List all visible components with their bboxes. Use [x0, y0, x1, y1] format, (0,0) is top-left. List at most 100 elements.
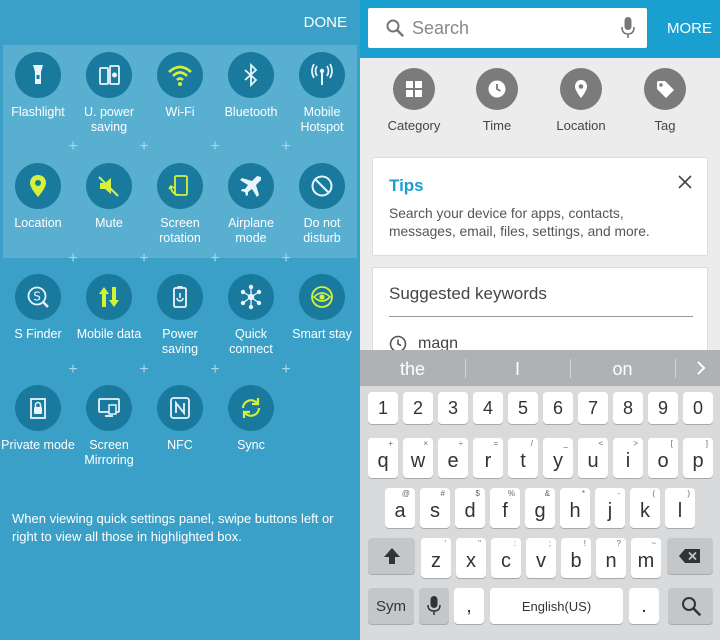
- tile-button[interactable]: [299, 163, 345, 209]
- tile-button[interactable]: [86, 385, 132, 431]
- tile-button[interactable]: [228, 385, 274, 431]
- microphone-icon[interactable]: [621, 17, 635, 39]
- letter-key[interactable]: w ×: [403, 438, 433, 478]
- tile-button[interactable]: [86, 274, 132, 320]
- letter-key[interactable]: b!: [561, 538, 591, 578]
- tile-button[interactable]: [299, 52, 345, 98]
- tile-button[interactable]: [157, 163, 203, 209]
- quick-setting-tile[interactable]: Bluetooth: [214, 52, 288, 120]
- chevron-right-icon[interactable]: [696, 360, 706, 376]
- more-button[interactable]: MORE: [667, 20, 712, 37]
- number-key[interactable]: 0: [683, 392, 713, 424]
- letter-key[interactable]: m ~: [631, 538, 661, 578]
- backspace-key[interactable]: [667, 538, 713, 574]
- period-key[interactable]: .: [629, 588, 659, 624]
- quick-setting-tile[interactable]: Mute: [72, 163, 146, 231]
- number-key[interactable]: 1: [368, 392, 398, 424]
- search-input[interactable]: [412, 12, 612, 44]
- quick-setting-tile[interactable]: Screen rotation: [143, 163, 217, 246]
- space-key[interactable]: English(US): [490, 588, 623, 624]
- letter-key[interactable]: q +: [368, 438, 398, 478]
- search-box[interactable]: [368, 8, 647, 48]
- quick-setting-tile[interactable]: Location: [1, 163, 75, 231]
- tile-button[interactable]: [15, 385, 61, 431]
- filter-time[interactable]: Time: [459, 68, 535, 133]
- sym-key[interactable]: Sym: [368, 588, 414, 624]
- letter-key[interactable]: e ÷: [438, 438, 468, 478]
- letter-key[interactable]: x ": [456, 538, 486, 578]
- quick-setting-tile[interactable]: U. power saving: [72, 52, 146, 135]
- prediction-word[interactable]: the: [360, 350, 465, 386]
- quick-setting-tile[interactable]: Quick connect: [214, 274, 288, 357]
- letter-key[interactable]: l): [665, 488, 695, 528]
- tile-button[interactable]: [299, 274, 345, 320]
- close-icon[interactable]: [677, 174, 693, 190]
- letter-key[interactable]: v;: [526, 538, 556, 578]
- filter-button[interactable]: [476, 68, 518, 110]
- quick-setting-tile[interactable]: Private mode: [1, 385, 75, 453]
- letter-key[interactable]: z ': [421, 538, 451, 578]
- quick-setting-tile[interactable]: Flashlight: [1, 52, 75, 120]
- filter-button[interactable]: [644, 68, 686, 110]
- letter-key[interactable]: d $: [455, 488, 485, 528]
- prediction-word[interactable]: on: [570, 350, 675, 386]
- quick-setting-tile[interactable]: Mobile data: [72, 274, 146, 342]
- quick-setting-tile[interactable]: Mobile Hotspot: [285, 52, 359, 135]
- letter-key[interactable]: r =: [473, 438, 503, 478]
- tile-button[interactable]: [15, 52, 61, 98]
- letter-key[interactable]: k(: [630, 488, 660, 528]
- number-key[interactable]: 5: [508, 392, 538, 424]
- quick-setting-tile[interactable]: Smart stay: [285, 274, 359, 342]
- quick-setting-tile[interactable]: S S Finder: [1, 274, 75, 342]
- filter-location[interactable]: Location: [543, 68, 619, 133]
- letter-key[interactable]: h *: [560, 488, 590, 528]
- letter-key[interactable]: a @: [385, 488, 415, 528]
- letter-key[interactable]: j-: [595, 488, 625, 528]
- tile-button[interactable]: [228, 163, 274, 209]
- tile-button[interactable]: [86, 163, 132, 209]
- letter-key[interactable]: o[: [648, 438, 678, 478]
- letter-key[interactable]: u <: [578, 438, 608, 478]
- number-key[interactable]: 6: [543, 392, 573, 424]
- filter-tag[interactable]: Tag: [627, 68, 703, 133]
- letter-key[interactable]: s #: [420, 488, 450, 528]
- filter-category[interactable]: Category: [376, 68, 452, 133]
- comma-key[interactable]: ,: [454, 588, 484, 624]
- number-key[interactable]: 3: [438, 392, 468, 424]
- letter-key[interactable]: f%: [490, 488, 520, 528]
- voice-input-key[interactable]: [419, 588, 449, 624]
- filter-button[interactable]: [393, 68, 435, 110]
- prediction-word[interactable]: I: [465, 350, 570, 386]
- tile-button[interactable]: [157, 274, 203, 320]
- quick-setting-tile[interactable]: Wi-Fi: [143, 52, 217, 120]
- quick-setting-tile[interactable]: Do not disturb: [285, 163, 359, 246]
- search-key[interactable]: [668, 588, 713, 624]
- number-key[interactable]: 8: [613, 392, 643, 424]
- quick-setting-tile[interactable]: Airplane mode: [214, 163, 288, 246]
- tile-button[interactable]: [86, 52, 132, 98]
- number-key[interactable]: 2: [403, 392, 433, 424]
- tile-button[interactable]: S: [15, 274, 61, 320]
- letter-key[interactable]: p]: [683, 438, 713, 478]
- done-button[interactable]: DONE: [304, 14, 347, 31]
- number-key[interactable]: 7: [578, 392, 608, 424]
- letter-key[interactable]: i >: [613, 438, 643, 478]
- quick-setting-tile[interactable]: Screen Mirroring: [72, 385, 146, 468]
- number-key[interactable]: 9: [648, 392, 678, 424]
- tile-button[interactable]: [157, 52, 203, 98]
- letter-key[interactable]: t /: [508, 438, 538, 478]
- letter-key[interactable]: y _: [543, 438, 573, 478]
- tile-button[interactable]: [157, 385, 203, 431]
- shift-key[interactable]: [368, 538, 415, 574]
- tile-button[interactable]: [15, 163, 61, 209]
- tile-button[interactable]: [228, 52, 274, 98]
- quick-setting-tile[interactable]: Sync: [214, 385, 288, 453]
- letter-key[interactable]: n?: [596, 538, 626, 578]
- quick-setting-tile[interactable]: Power saving: [143, 274, 217, 357]
- tile-button[interactable]: [228, 274, 274, 320]
- quick-setting-tile[interactable]: NFC: [143, 385, 217, 453]
- number-key[interactable]: 4: [473, 392, 503, 424]
- letter-key[interactable]: c:: [491, 538, 521, 578]
- filter-button[interactable]: [560, 68, 602, 110]
- letter-key[interactable]: g &: [525, 488, 555, 528]
